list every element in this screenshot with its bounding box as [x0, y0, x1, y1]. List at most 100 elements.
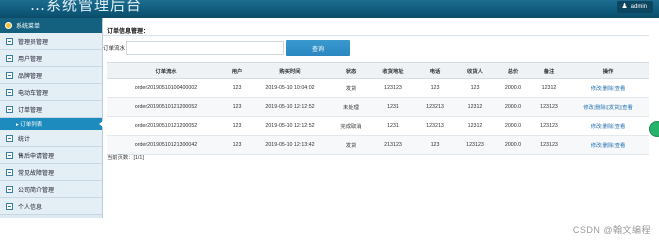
table-cell: 123123 [371, 78, 415, 98]
col-header: 订单流水 [107, 62, 225, 79]
table-row: order20190510121200052 123 2019-05-10 12… [107, 97, 649, 117]
sidebar-subitem-order-list[interactable]: ▸ 订单列表 [0, 118, 103, 130]
sidebar-item-label: 公司简介管理 [18, 187, 55, 194]
table-cell: order20190510100400002 [107, 78, 225, 98]
divider [103, 35, 649, 36]
query-button[interactable]: 查询 [286, 40, 350, 56]
sidebar-header[interactable]: 系统菜单 [0, 18, 102, 33]
table-row: order20190510100400002 123 2019-05-10 10… [107, 78, 649, 98]
sidebar-item-label: 用户管理 [18, 56, 43, 63]
menu-box-icon [6, 105, 13, 113]
sidebar-item-label: 统计 [18, 136, 31, 143]
sidebar-item-label: 常见故障管理 [18, 170, 55, 177]
sidebar-item-label: 订单管理 [18, 107, 43, 114]
table-cell: 213123 [371, 135, 415, 155]
menu-box-icon [6, 54, 13, 62]
table-cell: 123123 [531, 135, 567, 155]
table-cell: 发货 [331, 78, 371, 98]
table-cell: 未处理 [331, 97, 371, 117]
col-header: 状态 [331, 62, 371, 79]
delete-link[interactable]: 删除 [603, 143, 614, 149]
table-cell: 2000.0 [495, 78, 531, 98]
edit-link[interactable]: 修改 [591, 86, 602, 92]
order-no-input[interactable] [126, 41, 285, 55]
sidebar-item-company[interactable]: 公司简介管理 [0, 181, 102, 198]
floating-widget-icon[interactable] [649, 121, 659, 137]
sidebar-item-users[interactable]: 用户管理 [0, 50, 102, 67]
table-row: order20190510121300042 123 2019-05-10 12… [107, 135, 649, 155]
sidebar-item-profile[interactable]: 个人信息 [0, 198, 102, 215]
table-cell: 2019-05-10 10:04:02 [249, 78, 331, 98]
watermark: CSDN @翰文编程 [572, 225, 651, 235]
table-cell: 123 [415, 78, 455, 98]
table-cell: 123123 [531, 116, 567, 136]
sidebar-item-orders[interactable]: 订单管理 [0, 101, 102, 118]
sidebar-item-faults[interactable]: 常见故障管理 [0, 164, 102, 181]
sidebar-item-label: 电动车管理 [18, 90, 49, 97]
ops-cell: 修改|删除|查看 [567, 78, 649, 98]
col-header: 收货地址 [371, 62, 415, 79]
ops-cell: 修改|删除|[发货]|查看 [567, 97, 649, 117]
view-link[interactable]: 查看 [622, 105, 633, 111]
menu-box-icon [6, 134, 13, 142]
table-cell: 12312 [455, 116, 495, 136]
table-cell: 123213 [415, 97, 455, 117]
table-cell: 123213 [415, 116, 455, 136]
col-header: 购买时间 [249, 62, 331, 79]
menu-box-icon [6, 185, 13, 193]
table-cell: 123 [415, 135, 455, 155]
table-cell: 123 [455, 78, 495, 98]
table-cell: 2000.0 [495, 116, 531, 136]
menu-box-icon [6, 151, 13, 159]
edit-link[interactable]: 修改 [583, 105, 594, 111]
delete-link[interactable]: 删除 [595, 105, 606, 111]
col-header: 收货人 [455, 62, 495, 79]
menu-dot-icon [5, 22, 12, 29]
sidebar: 系统菜单 管理员管理 用户管理 品牌管理 电动车管理 订单管理 ▸ 订单列表 统… [0, 18, 103, 218]
menu-box-icon [6, 168, 13, 176]
sidebar-item-aftersales[interactable]: 售后申请管理 [0, 147, 102, 164]
view-link[interactable]: 查看 [615, 86, 626, 92]
table-cell: 2019-05-10 12:13:42 [249, 135, 331, 155]
search-row: 订单流水 [103, 40, 285, 56]
admin-badge[interactable]: ♟ admin [617, 1, 653, 13]
sidebar-item-stats[interactable]: 统计 [0, 130, 102, 147]
view-link[interactable]: 查看 [615, 143, 626, 149]
col-header: 总价 [495, 62, 531, 79]
table-row: order20190510121200052 123 2019-05-10 12… [107, 116, 649, 136]
app-title: …系统管理后台 [30, 0, 143, 14]
ship-link[interactable]: [发货] [607, 105, 621, 111]
table-cell: 2019-05-10 12:12:52 [249, 116, 331, 136]
sidebar-item-admin[interactable]: 管理员管理 [0, 33, 102, 50]
sidebar-item-label: 管理员管理 [18, 39, 49, 46]
menu-box-icon [6, 88, 13, 96]
delete-link[interactable]: 删除 [603, 124, 614, 130]
table-cell: 发货 [331, 135, 371, 155]
table-header-row: 订单流水 用户 购买时间 状态 收货地址 电话 收货人 总价 备注 操作 [107, 62, 649, 79]
delete-link[interactable]: 删除 [603, 86, 614, 92]
col-header: 操作 [567, 62, 649, 79]
edit-link[interactable]: 修改 [591, 143, 602, 149]
col-header: 用户 [225, 62, 249, 79]
pager: 当前页数：[1/1] [107, 155, 144, 161]
table-cell: 123 [225, 116, 249, 136]
page-title: 订单信息管理： [107, 29, 150, 35]
table-cell: 123 [225, 97, 249, 117]
ops-cell: 修改|删除|查看 [567, 116, 649, 136]
sidebar-item-label: 售后申请管理 [18, 153, 55, 160]
top-banner: …系统管理后台 ♟ admin [0, 0, 659, 18]
table-cell: order20190510121200052 [107, 97, 225, 117]
table-cell: 2000.0 [495, 97, 531, 117]
edit-link[interactable]: 修改 [591, 124, 602, 130]
table-cell: 123123 [455, 135, 495, 155]
user-icon: ♟ [621, 3, 628, 10]
table-cell: 123 [225, 135, 249, 155]
sidebar-item-label: 品牌管理 [18, 73, 43, 80]
menu-box-icon [6, 202, 13, 210]
sidebar-item-brands[interactable]: 品牌管理 [0, 67, 102, 84]
table-cell: 完成取消 [331, 116, 371, 136]
table-cell: 123 [225, 78, 249, 98]
view-link[interactable]: 查看 [615, 124, 626, 130]
table-cell: 1231 [371, 116, 415, 136]
sidebar-item-ebikes[interactable]: 电动车管理 [0, 84, 102, 101]
